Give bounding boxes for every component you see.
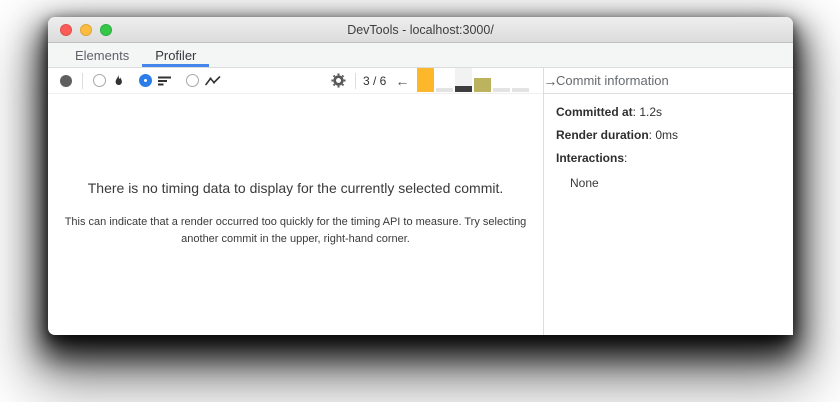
content-area: 3 / 6 ← → There is no timing data to dis…: [48, 68, 793, 335]
maximize-button[interactable]: [100, 23, 112, 36]
commit-divider: [355, 72, 356, 89]
interactions-icon: [205, 75, 221, 87]
field-separator: :: [624, 151, 628, 165]
tab-elements[interactable]: Elements: [62, 43, 142, 67]
commit-bar[interactable]: [493, 68, 511, 92]
interactions-empty-value: None: [570, 176, 599, 190]
field-label: Render duration: [556, 128, 649, 142]
title-bar[interactable]: DevTools - localhost:3000/: [48, 17, 793, 43]
gear-icon[interactable]: [331, 73, 346, 88]
commit-bar[interactable]: [436, 68, 454, 92]
interactions-radio[interactable]: [186, 74, 199, 87]
view-option-flamegraph[interactable]: [93, 74, 125, 87]
interactions-row: Interactions:: [556, 151, 781, 165]
traffic-lights: [60, 17, 112, 42]
minimize-button[interactable]: [80, 23, 92, 36]
tab-profiler[interactable]: Profiler: [142, 43, 210, 67]
field-value: 1.2s: [639, 105, 663, 119]
commit-bar[interactable]: [455, 68, 473, 92]
field-label: Committed at: [556, 105, 633, 119]
profiler-toolbar: 3 / 6 ← →: [48, 68, 557, 94]
committed-at-row: Committed at: 1.2s: [556, 105, 781, 119]
view-option-interactions[interactable]: [186, 74, 221, 87]
commit-bar[interactable]: [417, 68, 435, 92]
commit-bar[interactable]: [512, 68, 530, 92]
flame-icon: [112, 74, 125, 87]
commit-bar[interactable]: [474, 68, 492, 92]
commit-bar-chart: [417, 68, 530, 92]
commit-info-header: Commit information: [544, 68, 793, 94]
commit-info-pane: Commit information Committed at: 1.2s Re…: [543, 68, 793, 335]
devtools-window: DevTools - localhost:3000/ Elements Prof…: [48, 17, 793, 335]
profiler-pane: 3 / 6 ← → There is no timing data to dis…: [48, 68, 557, 335]
record-button[interactable]: [60, 74, 72, 87]
field-label: Interactions: [556, 151, 625, 165]
commit-position: 3 / 6: [363, 73, 387, 88]
commit-selector: 3 / 6 ← →: [331, 68, 560, 93]
flamegraph-radio[interactable]: [93, 74, 106, 87]
next-commit-button[interactable]: →: [540, 73, 560, 89]
empty-state-title: There is no timing data to display for t…: [87, 180, 504, 196]
prev-commit-button[interactable]: ←: [392, 73, 412, 89]
tab-label: Elements: [75, 47, 130, 63]
toolbar-divider: [82, 72, 83, 89]
field-value: 0ms: [655, 128, 679, 142]
empty-state: There is no timing data to display for t…: [48, 94, 543, 335]
view-option-ranked[interactable]: [139, 74, 172, 87]
tab-label: Profiler: [155, 47, 197, 63]
window-title: DevTools - localhost:3000/: [347, 22, 494, 37]
ranked-icon: [158, 75, 172, 87]
ranked-radio[interactable]: [139, 74, 152, 87]
tab-bar: Elements Profiler: [48, 43, 793, 68]
commit-info-body: Committed at: 1.2s Render duration: 0ms …: [544, 94, 793, 201]
close-button[interactable]: [60, 23, 72, 36]
render-duration-row: Render duration: 0ms: [556, 128, 781, 142]
empty-state-description: This can indicate that a render occurred…: [64, 216, 527, 246]
